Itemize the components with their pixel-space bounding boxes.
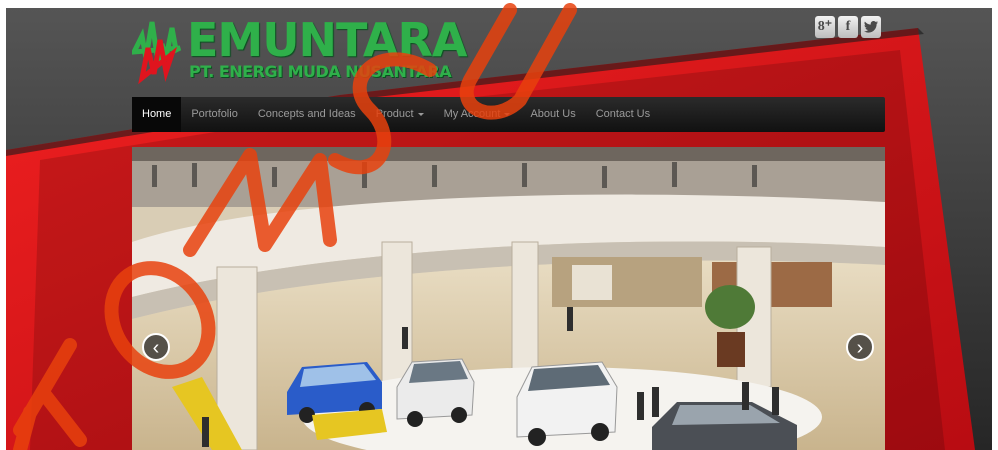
nav-label: Home	[142, 108, 172, 120]
main-navbar: Home Portofolio Concepts and Ideas Produ…	[132, 97, 885, 132]
caret-down-icon	[504, 112, 511, 116]
carousel-slide	[132, 147, 885, 450]
nav-label: Contact Us	[595, 108, 651, 120]
nav-item-contact[interactable]: Contact Us	[586, 97, 660, 132]
google-plus-icon[interactable]: 8⁺	[815, 16, 835, 38]
carousel-prev-button[interactable]: ‹	[142, 333, 170, 361]
twitter-icon[interactable]	[861, 16, 881, 38]
nav-item-home[interactable]: Home	[132, 97, 182, 132]
nav-label: About Us	[530, 108, 576, 120]
nav-label: Portofolio	[191, 108, 238, 120]
nav-item-my-account[interactable]: My Account	[434, 97, 521, 132]
mall-exhibition-image	[132, 147, 885, 450]
nav-label: Product	[375, 108, 414, 120]
brand-tagline: PT. ENERGI MUDA NUSANTARA	[189, 62, 452, 81]
nav-item-product[interactable]: Product	[366, 97, 434, 132]
nav-item-portofolio[interactable]: Portofolio	[181, 97, 247, 132]
caret-down-icon	[417, 112, 424, 116]
site-logo[interactable]: EMUNTARA PT. ENERGI MUDA NUSANTARA	[132, 16, 467, 86]
carousel-next-button[interactable]: ›	[846, 333, 874, 361]
nav-label: My Account	[443, 108, 501, 120]
facebook-icon[interactable]: f	[838, 16, 858, 38]
nav-item-concepts[interactable]: Concepts and Ideas	[248, 97, 366, 132]
nav-item-about[interactable]: About Us	[520, 97, 585, 132]
lightning-logo-icon	[132, 21, 182, 84]
social-links: 8⁺ f	[815, 16, 881, 38]
nav-label: Concepts and Ideas	[257, 108, 356, 120]
brand-name: EMUNTARA	[187, 13, 467, 67]
